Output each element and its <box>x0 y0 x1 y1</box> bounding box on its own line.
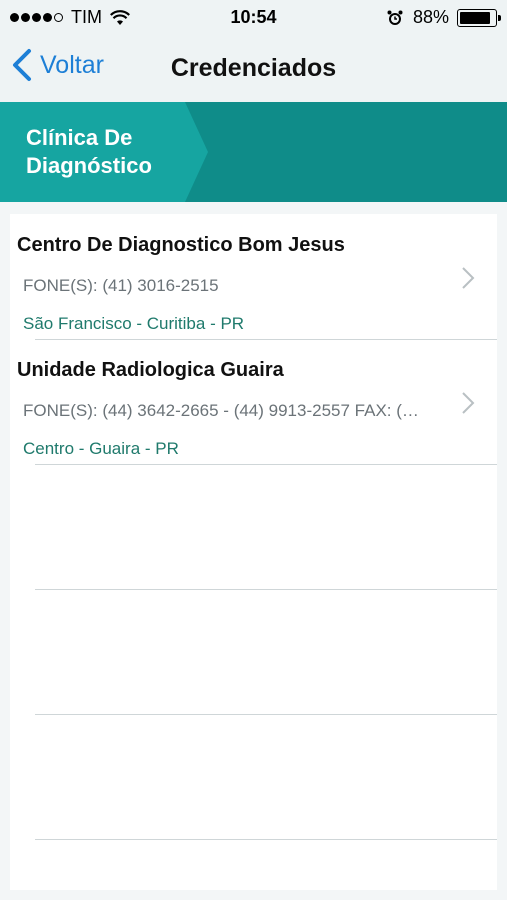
provider-name: Unidade Radiologica Guaira <box>17 359 284 381</box>
provider-phones: FONE(S): (44) 3642-2665 - (44) 9913-2557… <box>23 401 419 420</box>
breadcrumb-item-active[interactable]: Clínica De Diagnóstico <box>0 102 210 202</box>
alarm-clock-icon <box>387 10 403 25</box>
page-title: Credenciados <box>0 54 507 83</box>
battery-level-fill <box>460 11 490 24</box>
status-right: 88% <box>387 7 501 28</box>
breadcrumb: Clínica De Diagnóstico <box>0 102 507 202</box>
page-title-text: Credenciados <box>170 54 337 82</box>
battery-icon <box>457 8 501 27</box>
provider-phones: FONE(S): (41) 3016-2515 <box>23 276 219 295</box>
battery-percent: 88% <box>412 7 449 27</box>
row-divider <box>35 839 497 840</box>
list-item[interactable]: Centro De Diagnostico Bom Jesus FONE(S):… <box>10 214 497 339</box>
breadcrumb-label: Clínica De Diagnóstico <box>26 125 152 178</box>
list-item[interactable]: Unidade Radiologica Guaira FONE(S): (44)… <box>10 339 497 464</box>
provider-location: Centro - Guaira - PR <box>23 439 179 458</box>
row-divider <box>35 589 497 590</box>
provider-list: Centro De Diagnostico Bom Jesus FONE(S):… <box>10 214 497 890</box>
provider-name: Centro De Diagnostico Bom Jesus <box>17 234 345 256</box>
chevron-right-icon <box>462 392 475 414</box>
chevron-right-icon <box>462 267 475 289</box>
navigation-bar: Voltar Credenciados <box>0 34 507 102</box>
row-divider <box>35 464 497 465</box>
provider-location: São Francisco - Curitiba - PR <box>23 314 245 333</box>
row-divider <box>35 714 497 715</box>
status-bar: TIM 10:54 88% <box>0 0 507 34</box>
